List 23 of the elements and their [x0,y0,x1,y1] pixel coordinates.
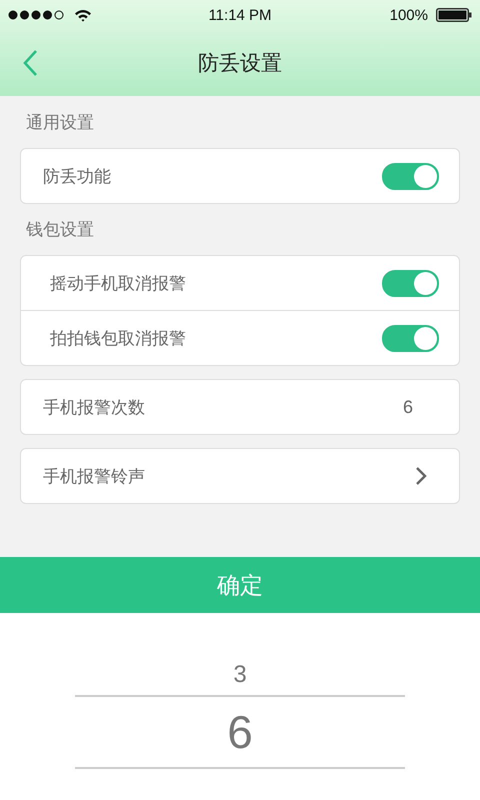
toggle-switch[interactable] [382,270,439,296]
battery-percentage: 100% [390,6,428,24]
setting-label: 手机报警次数 [43,396,145,418]
section-label: 钱包设置 [25,219,95,242]
setting-label: 防丢功能 [43,166,111,188]
status-time: 11:14 PM [208,6,272,24]
wifi-icon [74,8,92,22]
toggle-switch[interactable] [382,324,439,352]
back-icon [22,49,38,77]
chevron-right-icon[interactable] [415,466,427,486]
picker-option[interactable]: 6 [75,695,405,769]
number-picker[interactable]: 3 6 [0,613,480,769]
setting-label: 手机报警铃声 [43,466,145,488]
picker-option[interactable]: 3 [75,655,405,695]
setting-label: 摇动手机取消报警 [50,272,186,294]
signal-icon [8,10,66,20]
battery-icon [436,8,472,22]
setting-label: 拍拍钱包取消报警 [50,328,186,350]
confirm-button[interactable]: 确定 [0,557,480,613]
section-label: 通用设置 [25,112,95,135]
page-title: 防丢设置 [198,50,282,77]
toggle-switch[interactable] [382,162,439,190]
setting-value: 6 [402,396,413,418]
